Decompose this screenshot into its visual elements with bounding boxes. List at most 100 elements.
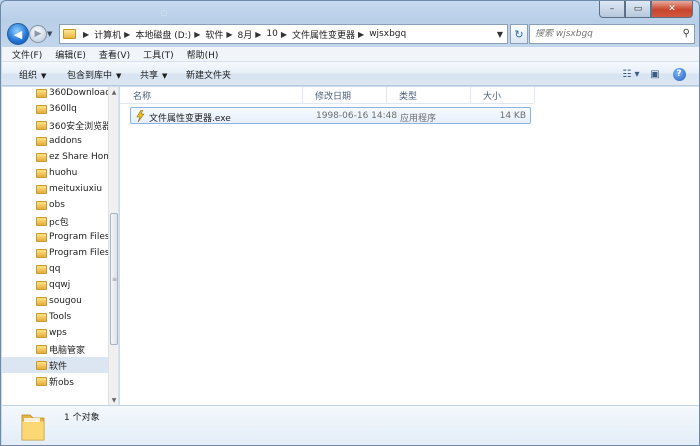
recent-pages-dropdown[interactable]: ▼ xyxy=(47,30,55,38)
nav-item-obs[interactable]: obs xyxy=(2,197,108,213)
menu-help[interactable]: 帮助(H) xyxy=(187,48,219,61)
nav-item-ez-share-home[interactable]: ez Share Home xyxy=(2,149,108,165)
breadcrumb-item[interactable]: 计算机 ▶ xyxy=(94,28,135,41)
folder-icon xyxy=(36,152,47,162)
breadcrumb-item[interactable]: 软件 ▶ xyxy=(205,28,237,41)
nav-item-qqwj[interactable]: qqwj xyxy=(2,277,108,293)
new-folder-button[interactable]: 新建文件夹 xyxy=(186,68,231,81)
chevron-down-icon: ▼ xyxy=(41,72,47,80)
file-modified: 1998-06-16 14:48 xyxy=(316,111,398,121)
nav-item-360llq[interactable]: 360llq xyxy=(2,101,108,117)
chevron-down-icon: ▼ xyxy=(116,72,122,80)
breadcrumb-item[interactable]: wjsxbgq xyxy=(369,29,406,39)
nav-item-wps[interactable]: wps xyxy=(2,325,108,341)
breadcrumb-item[interactable]: 本地磁盘 (D:) ▶ xyxy=(135,28,205,41)
help-button[interactable]: ? xyxy=(670,66,688,82)
nav-item-huohu[interactable]: huohu xyxy=(2,165,108,181)
minimize-icon[interactable]: – xyxy=(599,1,625,18)
file-type: 应用程序 xyxy=(400,114,437,124)
nav-item-software[interactable]: 软件 xyxy=(2,357,108,373)
grip-icon: ≡ xyxy=(112,276,118,283)
chevron-right-icon: ▶ xyxy=(83,29,90,39)
share-button[interactable]: 共享 ▼ xyxy=(140,68,167,81)
column-modified[interactable]: 修改日期 xyxy=(302,89,386,103)
file-row[interactable]: 文件属性变更器.exe 1998-06-16 14:48 应用程序 14 KB xyxy=(130,107,531,124)
breadcrumb-root-arrow[interactable]: ▶ xyxy=(80,30,94,39)
nav-item-360downloads[interactable]: 360Downloads xyxy=(2,87,108,101)
address-bar[interactable]: ▶ 计算机 ▶ 本地磁盘 (D:) ▶ 软件 ▶ 8月 ▶ 10 ▶ 文件属性变更器 ▶ w… xyxy=(59,24,508,44)
menu-edit[interactable]: 编辑(E) xyxy=(55,48,86,61)
folder-icon xyxy=(36,376,47,386)
arrow-left-icon: ◀ xyxy=(13,27,23,41)
folder-icon xyxy=(36,232,47,242)
nav-scrollbar[interactable]: ▲ ≡ ▼ xyxy=(108,87,118,405)
caption-buttons: – ▭ ✕ xyxy=(599,1,693,18)
folder-icon xyxy=(36,312,47,322)
menu-bar: 文件(F) 编辑(E) 查看(V) 工具(T) 帮助(H) xyxy=(2,47,699,62)
exe-lightning-icon xyxy=(136,110,145,122)
chevron-down-icon[interactable]: ▼ xyxy=(497,30,503,39)
breadcrumb-item[interactable]: 8月 ▶ xyxy=(238,28,267,41)
search-input[interactable] xyxy=(535,29,675,39)
nav-item-meituxiuxiu[interactable]: meituxiuxiu xyxy=(2,181,108,197)
folder-icon xyxy=(36,216,47,226)
folder-icon xyxy=(36,104,47,114)
nav-item-addons[interactable]: addons xyxy=(2,133,108,149)
view-options-icon[interactable]: ☷ ▾ xyxy=(622,66,640,82)
nav-item-sougou[interactable]: sougou xyxy=(2,293,108,309)
preview-pane-icon[interactable]: ▣ xyxy=(646,66,664,82)
column-size[interactable]: 大小 xyxy=(470,89,534,103)
file-name: 文件属性变更器.exe xyxy=(149,114,231,124)
item-count: 1 个对象 xyxy=(64,413,100,423)
breadcrumb-item[interactable]: 10 ▶ xyxy=(266,29,292,39)
back-button[interactable]: ◀ xyxy=(7,23,29,45)
nav-item-program-files-2[interactable]: Program Files xyxy=(2,245,108,261)
command-bar: 组织 ▼ 包含到库中 ▼ 共享 ▼ 新建文件夹 ☷ ▾ ▣ ? xyxy=(2,62,699,86)
scroll-thumb[interactable]: ≡ xyxy=(110,213,118,345)
folder-icon xyxy=(36,344,47,354)
refresh-button[interactable]: ↻ xyxy=(510,24,528,44)
nav-item-pc-bao[interactable]: pc包 xyxy=(2,213,108,229)
menu-file[interactable]: 文件(F) xyxy=(12,48,42,61)
organize-button[interactable]: 组织 ▼ xyxy=(19,68,46,81)
nav-item-pc-manager[interactable]: 电脑管家 xyxy=(2,341,108,357)
column-name[interactable]: 名称 xyxy=(120,89,302,103)
folder-icon xyxy=(36,248,47,258)
nav-item-new-obs[interactable]: 新obs xyxy=(2,373,108,389)
details-pane: 1 个对象 xyxy=(2,405,699,445)
folder-icon xyxy=(36,120,47,130)
chevron-right-icon: ▶ xyxy=(194,29,201,39)
menu-view[interactable]: 查看(V) xyxy=(99,48,130,61)
search-icon[interactable]: ⚲ xyxy=(683,28,690,39)
maximize-icon[interactable]: ▭ xyxy=(625,1,651,18)
folder-icon xyxy=(36,328,47,338)
navigation-pane: 360Downloads 360llq 360安全浏览器 addons ez S… xyxy=(2,87,119,405)
nav-item-tools[interactable]: Tools xyxy=(2,309,108,325)
column-divider[interactable] xyxy=(534,87,535,103)
chevron-down-icon: ▼ xyxy=(162,72,168,80)
folder-icon xyxy=(63,29,76,39)
folder-icon xyxy=(36,88,47,98)
column-type[interactable]: 类型 xyxy=(386,89,470,103)
nav-item-360browser[interactable]: 360安全浏览器 xyxy=(2,117,108,133)
search-box[interactable]: ⚲ xyxy=(529,24,695,44)
folder-icon xyxy=(36,264,47,274)
nav-item-qq[interactable]: qq xyxy=(2,261,108,277)
scroll-down-icon[interactable]: ▼ xyxy=(109,395,118,405)
include-in-library-button[interactable]: 包含到库中 ▼ xyxy=(67,68,121,81)
nav-item-program-files-1[interactable]: Program Files xyxy=(2,229,108,245)
forward-button[interactable]: ▶ xyxy=(29,25,47,43)
folder-icon xyxy=(36,136,47,146)
close-icon[interactable]: ✕ xyxy=(651,1,693,18)
chevron-right-icon: ▶ xyxy=(358,29,365,39)
scroll-up-icon[interactable]: ▲ xyxy=(109,87,118,97)
arrow-right-icon: ▶ xyxy=(34,29,42,39)
folder-icon xyxy=(36,200,47,210)
explorer-window: ▢ – ▭ ✕ ◀ ▶ ▼ ▶ 计算机 ▶ 本地磁盘 (D:) ▶ 软件 ▶ 8月 ▶ … xyxy=(0,0,700,446)
background-titles: ▢ xyxy=(161,9,168,17)
help-icon: ? xyxy=(672,67,686,81)
chevron-right-icon: ▶ xyxy=(255,29,262,39)
menu-tools[interactable]: 工具(T) xyxy=(143,48,174,61)
file-list: 名称 修改日期 类型 大小 文件属性变更器.exe 1998-06-16 14:… xyxy=(120,87,699,405)
breadcrumb-item[interactable]: 文件属性变更器 ▶ xyxy=(292,28,369,41)
